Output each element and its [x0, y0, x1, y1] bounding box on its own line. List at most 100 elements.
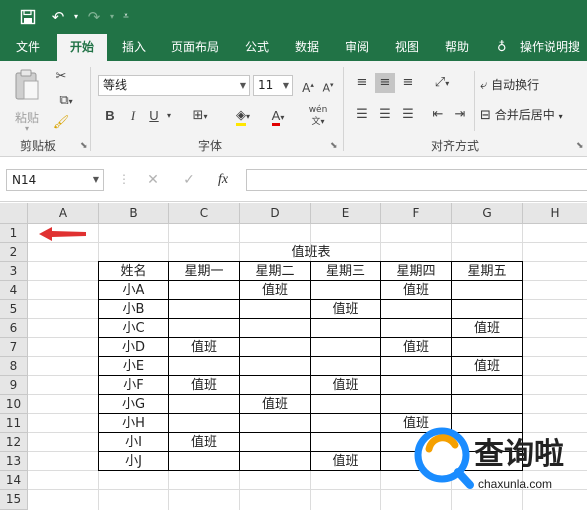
table-cell[interactable] — [452, 338, 522, 357]
formula-input[interactable] — [246, 169, 587, 191]
table-cell[interactable]: 值班 — [311, 452, 380, 471]
table-header-cell[interactable]: 星期四 — [381, 262, 451, 281]
table-cell[interactable] — [311, 395, 380, 414]
row-header[interactable]: 15 — [0, 490, 28, 510]
row-header[interactable]: 2 — [0, 243, 28, 262]
copy-icon[interactable]: ⧉▾ — [52, 91, 80, 111]
table-cell[interactable]: 值班 — [381, 281, 451, 300]
table-cell[interactable] — [381, 357, 451, 376]
table-cell[interactable] — [240, 433, 310, 452]
tab-insert[interactable]: 插入 — [112, 34, 156, 61]
row-header[interactable]: 13 — [0, 452, 28, 471]
column-header-h[interactable]: H — [523, 203, 587, 224]
align-top-icon[interactable]: ≡ — [352, 73, 372, 93]
table-cell[interactable] — [240, 319, 310, 338]
italic-button[interactable]: I — [124, 106, 142, 126]
table-cell[interactable]: 值班 — [169, 338, 239, 357]
table-cell[interactable] — [452, 376, 522, 395]
table-cell[interactable] — [240, 338, 310, 357]
underline-button[interactable]: U — [145, 106, 163, 126]
table-cell[interactable] — [240, 300, 310, 319]
align-bottom-icon[interactable]: ≡ — [398, 73, 418, 93]
row-header[interactable]: 8 — [0, 357, 28, 376]
paste-button[interactable]: 粘贴 ▾ — [10, 69, 44, 133]
table-cell[interactable] — [169, 357, 239, 376]
enter-icon[interactable]: ✓ — [178, 169, 200, 191]
tab-home[interactable]: 开始 — [57, 34, 107, 61]
row-header[interactable]: 14 — [0, 471, 28, 490]
table-cell[interactable]: 小A — [99, 281, 168, 300]
align-left-icon[interactable]: ☰ — [352, 105, 372, 125]
row-header[interactable]: 12 — [0, 433, 28, 452]
table-cell[interactable]: 值班 — [169, 376, 239, 395]
table-cell[interactable]: 小E — [99, 357, 168, 376]
alignment-launcher-icon[interactable]: ⬊ — [576, 141, 584, 151]
table-cell[interactable] — [240, 414, 310, 433]
table-cell[interactable]: 小I — [99, 433, 168, 452]
row-header[interactable]: 4 — [0, 281, 28, 300]
table-cell[interactable] — [452, 281, 522, 300]
insert-function-button[interactable]: fx — [212, 169, 234, 191]
name-box[interactable]: N14 ▼ — [6, 169, 104, 191]
fill-color-icon[interactable]: ◈▾ — [228, 106, 258, 126]
row-header[interactable]: 9 — [0, 376, 28, 395]
bold-button[interactable]: B — [101, 106, 119, 126]
select-all-corner[interactable] — [0, 203, 28, 224]
table-cell[interactable]: 值班 — [311, 376, 380, 395]
font-color-button[interactable]: A▾ — [263, 106, 293, 126]
table-cell[interactable]: 小H — [99, 414, 168, 433]
orientation-icon[interactable]: ⤢▾ — [428, 73, 456, 93]
column-header-b[interactable]: B — [99, 203, 169, 224]
table-cell[interactable] — [311, 338, 380, 357]
table-cell[interactable]: 值班 — [240, 281, 310, 300]
table-cell[interactable]: 值班 — [311, 300, 380, 319]
clipboard-launcher-icon[interactable]: ⬊ — [80, 141, 88, 151]
phonetic-guide-button[interactable]: wén 文▾ — [303, 105, 333, 127]
table-title[interactable]: 值班表 — [99, 243, 523, 262]
column-header-f[interactable]: F — [381, 203, 452, 224]
table-cell[interactable]: 小C — [99, 319, 168, 338]
table-cell[interactable] — [311, 414, 380, 433]
table-cell[interactable] — [311, 357, 380, 376]
font-size-combo[interactable]: 11 ▼ — [253, 75, 293, 96]
table-cell[interactable] — [169, 452, 239, 471]
table-cell[interactable] — [381, 319, 451, 338]
increase-indent-icon[interactable]: ⇥ — [450, 105, 470, 125]
row-header[interactable]: 5 — [0, 300, 28, 319]
table-cell[interactable]: 小F — [99, 376, 168, 395]
row-header[interactable]: 10 — [0, 395, 28, 414]
decrease-indent-icon[interactable]: ⇤ — [428, 105, 448, 125]
font-launcher-icon[interactable]: ⬊ — [330, 141, 338, 151]
save-icon[interactable] — [16, 5, 40, 29]
table-cell[interactable] — [169, 414, 239, 433]
row-header[interactable]: 7 — [0, 338, 28, 357]
tab-file[interactable]: 文件 — [6, 34, 50, 61]
table-cell[interactable] — [381, 376, 451, 395]
table-header-cell[interactable]: 星期二 — [240, 262, 310, 281]
column-header-d[interactable]: D — [240, 203, 311, 224]
cut-icon[interactable]: ✂ — [52, 67, 70, 87]
table-cell[interactable] — [311, 319, 380, 338]
table-cell[interactable] — [311, 281, 380, 300]
table-cell[interactable]: 小G — [99, 395, 168, 414]
table-cell[interactable] — [169, 319, 239, 338]
cancel-icon[interactable]: ✕ — [142, 169, 164, 191]
table-cell[interactable] — [381, 300, 451, 319]
table-header-cell[interactable]: 星期五 — [452, 262, 522, 281]
increase-font-icon[interactable]: A▴ — [298, 75, 318, 95]
table-cell[interactable] — [240, 452, 310, 471]
align-right-icon[interactable]: ☰ — [398, 105, 418, 125]
merge-center-button[interactable]: ⊟ 合并后居中 ▾ — [480, 104, 586, 126]
tab-page-layout[interactable]: 页面布局 — [162, 34, 228, 61]
table-cell[interactable] — [381, 395, 451, 414]
table-cell[interactable] — [240, 357, 310, 376]
table-header-cell[interactable]: 星期一 — [169, 262, 239, 281]
table-cell[interactable]: 值班 — [452, 357, 522, 376]
column-header-c[interactable]: C — [169, 203, 240, 224]
table-cell[interactable]: 小B — [99, 300, 168, 319]
table-header-cell[interactable]: 星期三 — [311, 262, 380, 281]
table-cell[interactable] — [169, 395, 239, 414]
lightbulb-icon[interactable]: ♁ — [497, 34, 507, 61]
row-header[interactable]: 1 — [0, 224, 28, 243]
underline-dropdown-icon[interactable]: ▾ — [163, 106, 175, 126]
